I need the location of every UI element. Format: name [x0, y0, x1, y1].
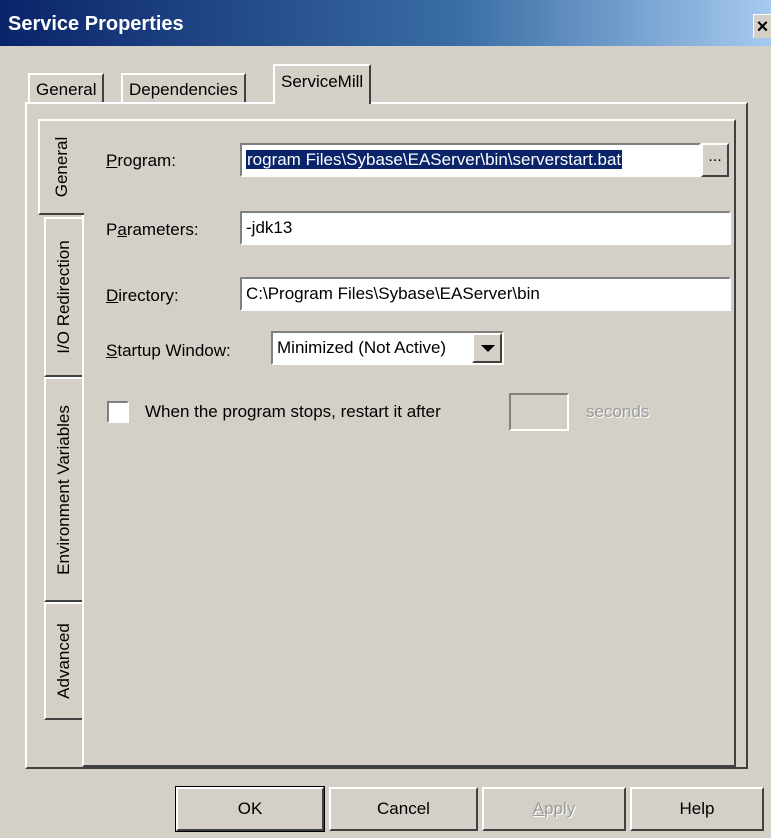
tab-servicemill[interactable]: ServiceMill — [273, 64, 372, 104]
tab-general-label: General — [36, 80, 97, 99]
side-tab-environment-variables-label: Environment Variables — [54, 404, 73, 575]
restart-checkbox[interactable] — [107, 401, 129, 423]
ok-button[interactable]: OK — [175, 786, 325, 832]
cancel-button[interactable]: Cancel — [329, 787, 478, 831]
directory-label-rest: irectory: — [118, 286, 179, 305]
window-title: Service Properties — [8, 13, 184, 35]
side-tab-advanced-label: Advanced — [54, 623, 73, 699]
startup-window-value: Minimized (Not Active) — [277, 338, 447, 357]
tab-dependencies-label: Dependencies — [129, 80, 238, 99]
tab-servicemill-label: ServiceMill — [281, 72, 364, 91]
program-label-accesskey: P — [106, 151, 118, 170]
parameters-label-accesskey: a — [117, 220, 127, 239]
side-tab-general[interactable]: General — [38, 119, 84, 215]
apply-button-accesskey: A — [532, 799, 545, 818]
side-tab-general-label: General — [52, 136, 71, 198]
program-label-rest: rogram: — [117, 151, 176, 170]
parameters-label: Parameters: — [106, 220, 199, 240]
browse-button[interactable]: ... — [701, 143, 729, 177]
program-input-value: rogram Files\Sybase\EAServer\bin\servers… — [246, 150, 623, 169]
title-bar: Service Properties × — [0, 0, 771, 46]
parameters-label-pre: P — [106, 220, 118, 239]
directory-input-value: C:\Program Files\Sybase\EAServer\bin — [246, 284, 540, 303]
apply-button[interactable]: Apply — [482, 787, 626, 831]
tab-dependencies[interactable]: Dependencies — [121, 73, 246, 103]
startup-window-label: Startup Window: — [106, 341, 231, 361]
side-tab-advanced[interactable]: Advanced — [44, 602, 82, 720]
restart-label: When the program stops, restart it after — [145, 402, 441, 421]
startup-window-label-accesskey: S — [106, 341, 118, 360]
side-tab-environment-variables[interactable]: Environment Variables — [44, 377, 82, 602]
directory-label-accesskey: D — [106, 286, 119, 305]
startup-window-select[interactable]: Minimized (Not Active) — [271, 331, 504, 365]
directory-input[interactable]: C:\Program Files\Sybase\EAServer\bin — [240, 277, 731, 311]
restart-seconds-input[interactable] — [509, 393, 569, 431]
program-label: Program: — [106, 151, 176, 171]
startup-window-label-rest: tartup Window: — [117, 341, 231, 360]
parameters-label-rest: rameters: — [126, 220, 199, 239]
parameters-input[interactable]: -jdk13 — [240, 211, 731, 245]
directory-label: Directory: — [106, 286, 179, 306]
help-button[interactable]: Help — [630, 787, 764, 831]
side-tab-io-redirection[interactable]: I/O Redirection — [44, 217, 82, 377]
program-input[interactable]: rogram Files\Sybase\EAServer\bin\servers… — [240, 143, 701, 177]
tab-general[interactable]: General — [28, 73, 105, 103]
close-button[interactable]: × — [753, 14, 771, 38]
seconds-label: seconds — [586, 402, 650, 421]
parameters-input-value: -jdk13 — [246, 218, 293, 237]
side-tab-io-redirection-label: I/O Redirection — [54, 240, 73, 354]
apply-button-rest: pply — [544, 799, 576, 818]
chevron-down-icon[interactable] — [472, 333, 502, 363]
